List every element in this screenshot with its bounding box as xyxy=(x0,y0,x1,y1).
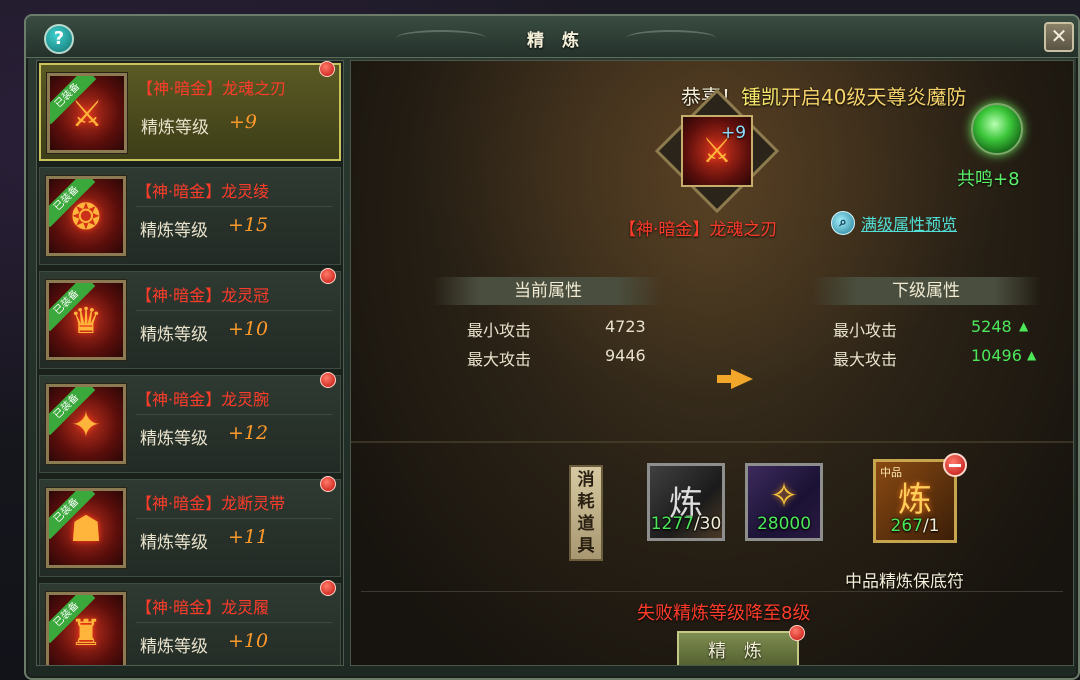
equipment-item[interactable]: ☗ 已装备 【神·暗金】龙断灵带 精炼等级 +11 xyxy=(39,476,341,577)
guard-charm-icon: 炼 xyxy=(898,480,932,520)
item-level-label: 精炼等级 xyxy=(140,637,208,657)
consumables-label: 消耗道具 xyxy=(569,465,603,561)
item-name: 【神·暗金】龙灵绫 xyxy=(136,182,270,201)
fail-warning: 失败精炼等级降至8级 xyxy=(637,603,811,624)
equipment-item[interactable]: ♛ 已装备 【神·暗金】龙灵冠 精炼等级 +10 xyxy=(39,268,341,369)
notification-dot xyxy=(789,625,805,641)
refine-button[interactable]: 精 炼 xyxy=(677,625,805,665)
broadcast-text: 开启40级天尊炎魔防 xyxy=(781,85,967,109)
arrow-up-icon: ▲ xyxy=(1019,319,1029,333)
title-ornament-right xyxy=(626,30,716,46)
window-title: 精 炼 xyxy=(527,31,585,51)
attr-label: 最大攻击 xyxy=(467,350,532,369)
item-level: +15 xyxy=(228,214,269,236)
count-need: /30 xyxy=(693,514,722,534)
title-ornament-left xyxy=(396,30,486,46)
bottom-divider xyxy=(361,591,1063,592)
attr-next-value: 5248 xyxy=(971,317,1012,336)
belt-icon: ☗ 已装备 xyxy=(46,488,126,568)
magnifier-icon: ⌕ xyxy=(831,211,855,235)
equipment-item[interactable]: ⚔ 已装备 【神·暗金】龙魂之刃 精炼等级 +9 xyxy=(39,61,341,161)
item-name: 【神·暗金】龙灵腕 xyxy=(136,390,270,409)
max-level-preview-link[interactable]: ⌕ 满级属性预览 xyxy=(831,211,957,235)
boots-icon: ♜ 已装备 xyxy=(46,592,126,665)
count-need: /1 xyxy=(922,516,940,536)
item-name: 【神·暗金】龙魂之刃 xyxy=(137,79,287,98)
item-level-label: 精炼等级 xyxy=(140,221,208,241)
item-divider xyxy=(136,310,332,311)
item-level: +12 xyxy=(228,422,269,444)
item-level-label: 精炼等级 xyxy=(140,325,208,345)
item-count: 28000 xyxy=(756,514,812,534)
floor-divider xyxy=(351,441,1073,443)
item-name: 【神·暗金】龙断灵带 xyxy=(136,494,286,513)
guard-charm-label: 中品精炼保底符 xyxy=(845,572,964,592)
item-level-label: 精炼等级 xyxy=(140,533,208,553)
selected-item-name: 【神·暗金】龙魂之刃 xyxy=(619,220,778,240)
notification-dot xyxy=(319,61,335,77)
arrow-right-icon xyxy=(731,369,753,389)
current-attr-header: 当前属性 xyxy=(433,277,663,305)
attr-label: 最大攻击 xyxy=(833,350,898,369)
title-bar: ? 精 炼 ✕ xyxy=(26,16,1078,58)
bracer-icon: ✦ 已装备 xyxy=(46,384,126,464)
preview-link-text: 满级属性预览 xyxy=(861,215,958,234)
item-count: 1277/30 xyxy=(650,514,722,534)
item-level: +10 xyxy=(228,630,269,652)
help-button[interactable]: ? xyxy=(44,24,74,54)
next-attr-header: 下级属性 xyxy=(811,277,1041,305)
notification-dot xyxy=(320,476,336,492)
item-level: +9 xyxy=(229,111,258,133)
equipment-item[interactable]: ♜ 已装备 【神·暗金】龙灵履 精炼等级 +10 xyxy=(39,580,341,665)
notification-dot xyxy=(320,580,336,596)
refine-button-label: 精 炼 xyxy=(708,641,768,662)
item-divider xyxy=(136,206,332,207)
attr-next-value: 10496 xyxy=(971,346,1022,365)
gold-charm-slot[interactable]: ✧ 28000 xyxy=(745,463,823,541)
arrow-up-icon: ▲ xyxy=(1027,348,1037,362)
item-level: +11 xyxy=(228,526,269,548)
equipment-item[interactable]: ❂ 已装备 【神·暗金】龙灵绫 精炼等级 +15 xyxy=(39,167,341,265)
item-count: 267/1 xyxy=(876,516,954,536)
attr-label: 最小攻击 xyxy=(467,321,532,340)
attr-current-value: 9446 xyxy=(605,346,646,365)
attr-label: 最小攻击 xyxy=(833,321,898,340)
item-level-label: 精炼等级 xyxy=(141,118,209,138)
broadcast-player: 锺凯 xyxy=(741,85,781,109)
attr-current-value: 4723 xyxy=(605,317,646,336)
item-divider xyxy=(136,518,332,519)
resonance-label: 共鸣+8 xyxy=(957,169,1020,190)
count-have: 267 xyxy=(890,516,923,536)
equipment-list[interactable]: ⚔ 已装备 【神·暗金】龙魂之刃 精炼等级 +9 ❂ 已装备 【神·暗金】龙灵绫… xyxy=(36,60,344,666)
refine-panel: 恭喜！锺凯开启40级天尊炎魔防 共鸣+8 ⚔ +9 【神·暗金】龙魂之刃 ⌕满级… xyxy=(350,60,1074,666)
item-level: +10 xyxy=(228,318,269,340)
item-name: 【神·暗金】龙灵冠 xyxy=(136,286,270,305)
item-level-label: 精炼等级 xyxy=(140,429,208,449)
remove-guard-button[interactable] xyxy=(943,453,967,477)
notification-dot xyxy=(320,268,336,284)
refine-window: ? 精 炼 ✕ ⚔ 已装备 【神·暗金】龙魂之刃 精炼等级 +9 ❂ 已装备 【… xyxy=(24,14,1080,680)
item-divider xyxy=(136,414,332,415)
sword-icon: ⚔ 已装备 xyxy=(47,73,127,153)
gold-charm-icon: ✧ xyxy=(769,476,799,516)
sash-icon: ❂ 已装备 xyxy=(46,176,126,256)
close-button[interactable]: ✕ xyxy=(1044,22,1074,52)
refine-stone-slot[interactable]: 炼 1277/30 xyxy=(647,463,725,541)
notification-dot xyxy=(320,372,336,388)
item-divider xyxy=(136,622,332,623)
count-have: 1277 xyxy=(650,514,694,534)
item-name: 【神·暗金】龙灵履 xyxy=(136,598,270,617)
jade-orb-icon[interactable] xyxy=(971,103,1023,155)
helmet-icon: ♛ 已装备 xyxy=(46,280,126,360)
equipment-item[interactable]: ✦ 已装备 【神·暗金】龙灵腕 精炼等级 +12 xyxy=(39,372,341,473)
selected-item-level: +9 xyxy=(721,123,747,143)
